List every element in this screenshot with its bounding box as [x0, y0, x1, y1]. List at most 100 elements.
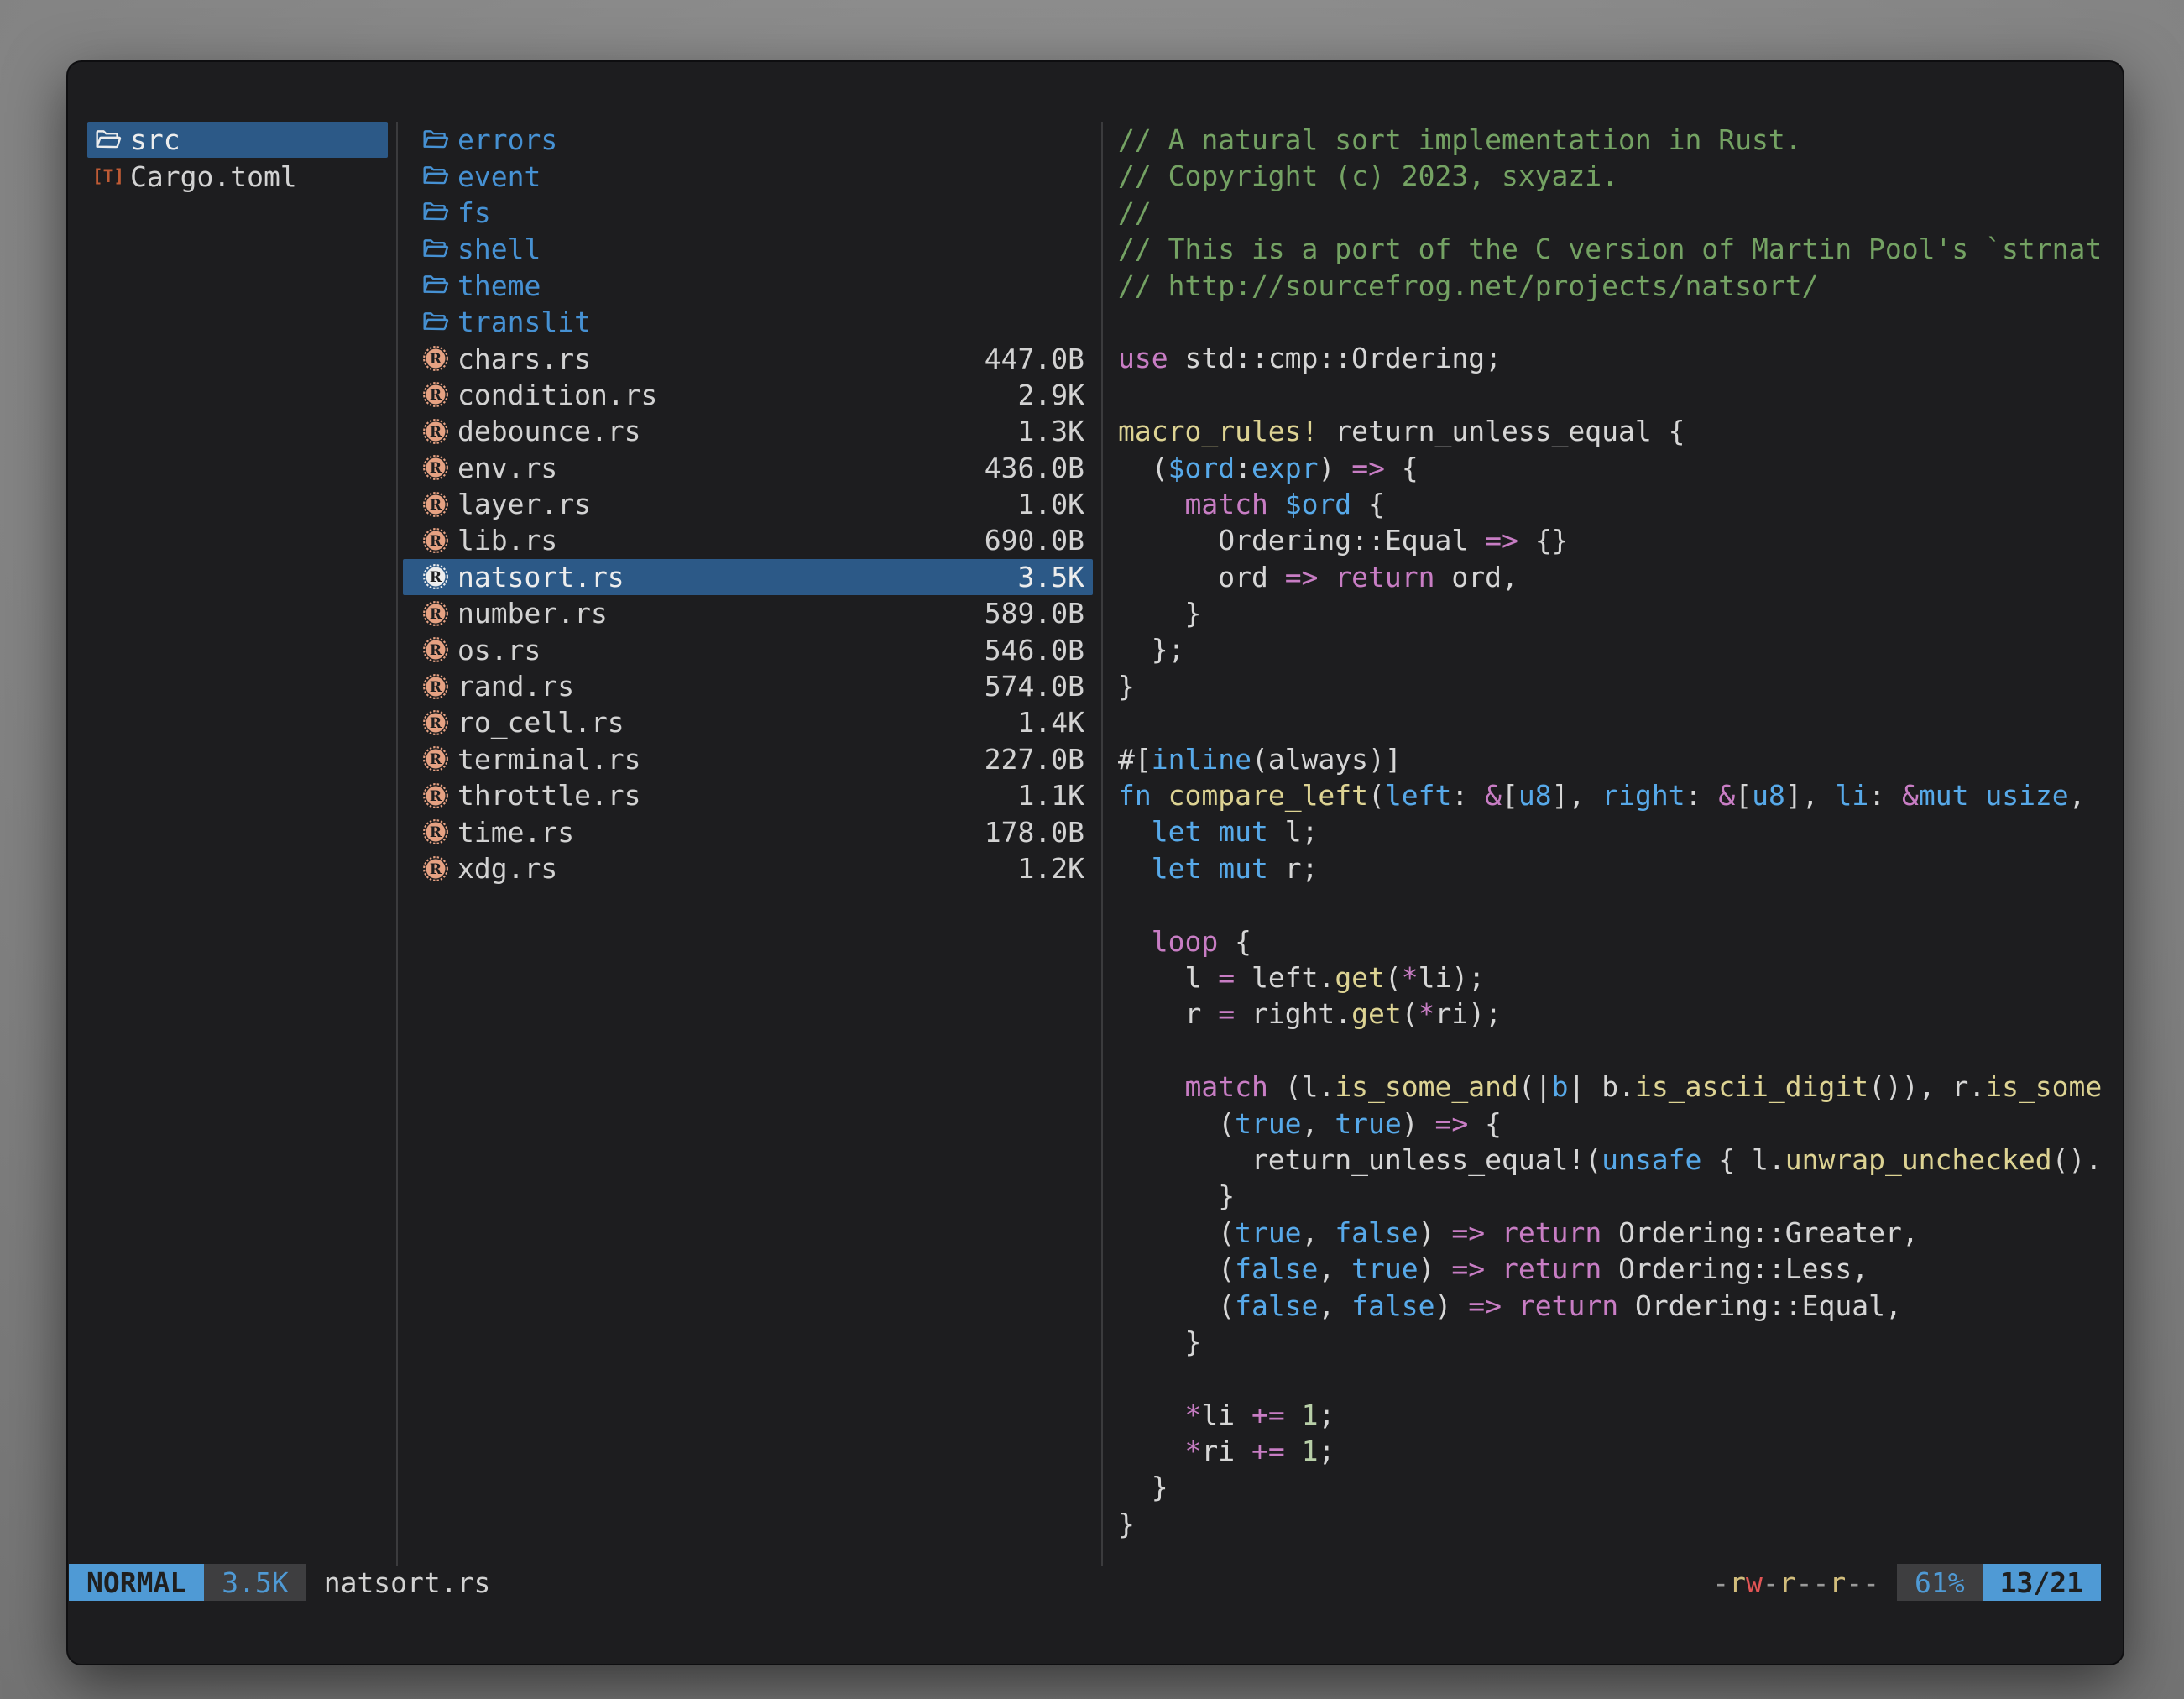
rust-icon: R — [421, 453, 450, 482]
file-name: number.rs — [457, 597, 608, 630]
list-item-throttle.rs[interactable]: Rthrottle.rs1.1K — [403, 777, 1093, 813]
list-item-xdg.rs[interactable]: Rxdg.rs1.2K — [403, 850, 1093, 886]
rust-icon: R — [421, 745, 450, 773]
rust-icon: R — [421, 818, 450, 846]
code-line: } — [1118, 595, 2119, 631]
svg-text:R: R — [430, 351, 442, 368]
code-line: // Copyright (c) 2023, sxyazi. — [1118, 158, 2119, 194]
list-item-fs[interactable]: fs — [403, 195, 1093, 231]
svg-text:R: R — [430, 678, 442, 695]
code-line: } — [1118, 1324, 2119, 1360]
list-item-src[interactable]: src — [87, 122, 388, 158]
rust-icon: R — [421, 380, 450, 409]
list-item-shell[interactable]: shell — [403, 231, 1093, 267]
file-size: 1.0K — [1018, 488, 1084, 520]
file-name: os.rs — [457, 634, 541, 667]
yazi-window: src [T] Cargo.toml errorseventfsshelltheme… — [66, 60, 2124, 1665]
list-item-lib.rs[interactable]: Rlib.rs690.0B — [403, 522, 1093, 558]
folder-icon — [421, 271, 450, 300]
status-bar: NORMAL 3.5K natsort.rs -rw-r--r-- 61% 13… — [69, 1564, 2101, 1601]
svg-text:R: R — [430, 387, 442, 404]
list-item-condition.rs[interactable]: Rcondition.rs 2.9K — [403, 377, 1093, 413]
file-size-badge: 3.5K — [204, 1564, 306, 1601]
list-item-terminal.rs[interactable]: Rterminal.rs227.0B — [403, 741, 1093, 777]
code-line — [1118, 1032, 2119, 1069]
cursor-position-badge: 13/21 — [1983, 1564, 2101, 1601]
svg-text:R: R — [430, 751, 442, 768]
file-size: 3.5K — [1018, 561, 1084, 593]
list-item-chars.rs[interactable]: Rchars.rs447.0B — [403, 340, 1093, 376]
code-line: // This is a port of the C version of Ma… — [1118, 231, 2119, 267]
file-name: rand.rs — [457, 670, 574, 703]
rust-icon: R — [421, 344, 450, 373]
current-directory-panel: errorseventfsshellthemetranslitRchars.rs… — [403, 122, 1093, 886]
file-name: xdg.rs — [457, 852, 557, 885]
scroll-percent-badge: 61% — [1897, 1564, 1983, 1601]
file-size: 574.0B — [985, 670, 1084, 703]
file-size: 2.9K — [1018, 379, 1084, 411]
list-item-theme[interactable]: theme — [403, 268, 1093, 304]
list-item-errors[interactable]: errors — [403, 122, 1093, 158]
status-filename: natsort.rs — [324, 1566, 491, 1599]
code-line: (true, false) => return Ordering::Greate… — [1118, 1215, 2119, 1251]
toml-icon: [T] — [94, 162, 123, 191]
svg-text:R: R — [430, 715, 442, 732]
rust-icon: R — [421, 672, 450, 701]
list-item-event[interactable]: event — [403, 158, 1093, 194]
file-name: src — [130, 123, 180, 156]
code-line: // A natural sort implementation in Rust… — [1118, 122, 2119, 158]
file-preview-panel: // A natural sort implementation in Rust… — [1118, 122, 2119, 1542]
svg-text:R: R — [430, 569, 442, 586]
file-name: fs — [457, 196, 491, 229]
list-item-ro_cell.rs[interactable]: Rro_cell.rs 1.4K — [403, 704, 1093, 740]
file-name: terminal.rs — [457, 743, 641, 776]
rust-icon: R — [421, 526, 450, 555]
panel-divider — [1101, 122, 1103, 1566]
list-item-layer.rs[interactable]: Rlayer.rs1.0K — [403, 486, 1093, 522]
list-item-os.rs[interactable]: Ros.rs546.0B — [403, 631, 1093, 667]
svg-text:R: R — [430, 860, 442, 877]
list-item-translit[interactable]: translit — [403, 304, 1093, 340]
file-permissions: -rw-r--r-- — [1712, 1566, 1879, 1599]
code-line: ord => return ord, — [1118, 559, 2119, 595]
file-size: 1.1K — [1018, 779, 1084, 812]
file-size: 436.0B — [985, 452, 1084, 484]
rust-icon: R — [421, 708, 450, 737]
code-line: } — [1118, 668, 2119, 704]
svg-text:R: R — [430, 824, 442, 841]
code-line: } — [1118, 1469, 2119, 1505]
code-line: loop { — [1118, 923, 2119, 959]
file-size: 1.4K — [1018, 706, 1084, 739]
list-item-time.rs[interactable]: Rtime.rs178.0B — [403, 813, 1093, 850]
code-line — [1118, 1360, 2119, 1396]
code-line: use std::cmp::Ordering; — [1118, 340, 2119, 376]
file-name: condition.rs — [457, 379, 657, 411]
svg-text:[T]: [T] — [94, 166, 123, 187]
list-item-env.rs[interactable]: Renv.rs 436.0B — [403, 450, 1093, 486]
mode-badge: NORMAL — [69, 1564, 204, 1601]
folder-icon — [421, 198, 450, 227]
file-size: 1.3K — [1018, 415, 1084, 447]
file-name: debounce.rs — [457, 415, 641, 447]
list-item-number.rs[interactable]: Rnumber.rs589.0B — [403, 595, 1093, 631]
file-name: theme — [457, 269, 541, 302]
rust-icon: R — [421, 782, 450, 810]
file-size: 447.0B — [985, 342, 1084, 375]
rust-icon: R — [421, 562, 450, 591]
file-name: env.rs — [457, 452, 557, 484]
code-line — [1118, 377, 2119, 413]
file-name: ro_cell.rs — [457, 706, 624, 739]
list-item-natsort.rs[interactable]: Rnatsort.rs3.5K — [403, 559, 1093, 595]
list-item-debounce.rs[interactable]: Rdebounce.rs1.3K — [403, 413, 1093, 449]
rust-icon: R — [421, 490, 450, 519]
file-name: lib.rs — [457, 524, 557, 557]
list-item-rand.rs[interactable]: Rrand.rs 574.0B — [403, 668, 1093, 704]
svg-text:R: R — [430, 533, 442, 550]
folder-icon — [421, 235, 450, 264]
list-item-Cargo.toml[interactable]: [T] Cargo.toml — [87, 158, 388, 194]
svg-text:R: R — [430, 460, 442, 477]
code-line: (true, true) => { — [1118, 1106, 2119, 1142]
file-name: Cargo.toml — [130, 160, 297, 193]
code-line: let mut r; — [1118, 850, 2119, 886]
code-line: } — [1118, 1506, 2119, 1542]
